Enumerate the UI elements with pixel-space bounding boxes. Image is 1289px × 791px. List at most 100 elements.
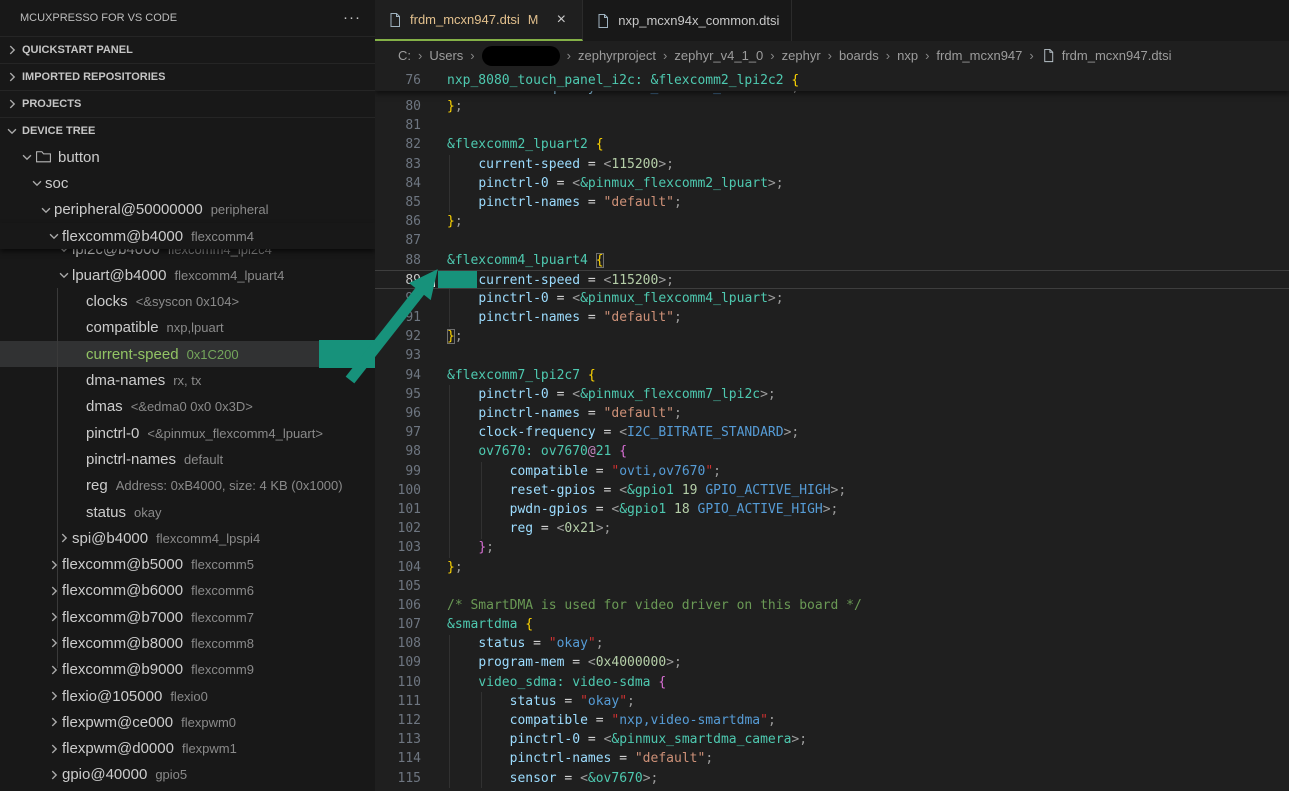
breadcrumb-item-frdm-mcxn947[interactable]: frdm_mcxn947: [936, 48, 1022, 63]
tree-item-desc: flexpwm0: [181, 715, 236, 730]
line-number: 109: [375, 653, 437, 672]
breadcrumb-item-c[interactable]: C:: [398, 48, 411, 63]
sticky-scroll-line[interactable]: 76nxp_8080_touch_panel_i2c: &flexcomm2_l…: [375, 70, 1289, 91]
tree-item-label: flexcomm@b8000: [62, 635, 183, 652]
code-line-108[interactable]: 108 status = "okay";: [375, 634, 1289, 653]
redacted-username: [482, 46, 560, 66]
code-line-76[interactable]: 76nxp_8080_touch_panel_i2c: &flexcomm2_l…: [375, 71, 799, 90]
code-line-102[interactable]: 102 reg = <0x21>;: [375, 519, 1289, 538]
tree-item-peripheral-50000000[interactable]: peripheral@50000000peripheral: [0, 197, 375, 223]
code-line-99[interactable]: 99 compatible = "ovti,ov7670";: [375, 462, 1289, 481]
chevron-right-icon: [46, 557, 62, 573]
tree-item-lpuart-b4000[interactable]: lpuart@b4000flexcomm4_lpuart4: [0, 262, 375, 288]
tree-item-flexcomm-b4000[interactable]: flexcomm@b4000flexcomm4: [0, 223, 375, 249]
breadcrumb-item-users[interactable]: Users: [429, 48, 463, 63]
code-line-106[interactable]: 106/* SmartDMA is used for video driver …: [375, 596, 1289, 615]
code-line-83[interactable]: 83 current-speed = <115200>;: [375, 155, 1289, 174]
code-line-85[interactable]: 85 pinctrl-names = "default";: [375, 193, 1289, 212]
breadcrumb-item-zephyrproject[interactable]: zephyrproject: [578, 48, 656, 63]
code-line-100[interactable]: 100 reset-gpios = <&gpio1 19 GPIO_ACTIVE…: [375, 481, 1289, 500]
folder-icon: [35, 148, 53, 166]
tree-item-desc: gpio5: [155, 767, 187, 782]
code-line-109[interactable]: 109 program-mem = <0x4000000>;: [375, 653, 1289, 672]
tab-frdm-mcxn947-dtsi[interactable]: frdm_mcxn947.dtsiM×: [375, 0, 583, 41]
code-line-84[interactable]: 84 pinctrl-0 = <&pinmux_flexcomm2_lpuart…: [375, 174, 1289, 193]
code-line-110[interactable]: 110 video_sdma: video-sdma {: [375, 673, 1289, 692]
sidebar-sections: QUICKSTART PANELIMPORTED REPOSITORIESPRO…: [0, 36, 375, 144]
code-line-101[interactable]: 101 pwdn-gpios = <&gpio1 18 GPIO_ACTIVE_…: [375, 500, 1289, 519]
breadcrumb-item-zephyr[interactable]: zephyr: [782, 48, 821, 63]
code-line-111[interactable]: 111 status = "okay";: [375, 692, 1289, 711]
code-line-104[interactable]: 104};: [375, 558, 1289, 577]
code-line-82[interactable]: 82&flexcomm2_lpuart2 {: [375, 135, 1289, 154]
code-line-113[interactable]: 113 pinctrl-0 = <&pinmux_smartdma_camera…: [375, 730, 1289, 749]
line-content: pwdn-gpios = <&gpio1 18 GPIO_ACTIVE_HIGH…: [437, 500, 838, 519]
code-line-88[interactable]: 88&flexcomm4_lpuart4 {: [375, 251, 1289, 270]
code-line-90[interactable]: 90 pinctrl-0 = <&pinmux_flexcomm4_lpuart…: [375, 289, 1289, 308]
code-line-105[interactable]: 105: [375, 577, 1289, 596]
close-icon[interactable]: ×: [552, 11, 570, 29]
section-header-projects[interactable]: PROJECTS: [0, 90, 375, 117]
tree-item-desc: Address: 0xB4000, size: 4 KB (0x1000): [116, 478, 343, 493]
tree-item-label: pinctrl-0: [86, 425, 139, 442]
code-line-95[interactable]: 95 pinctrl-0 = <&pinmux_flexcomm7_lpi2c>…: [375, 385, 1289, 404]
tree-item-label: flexcomm@b7000: [62, 609, 183, 626]
code-line-86[interactable]: 86};: [375, 212, 1289, 231]
section-header-imported-repositories[interactable]: IMPORTED REPOSITORIES: [0, 63, 375, 90]
line-content: pinctrl-names = "default";: [437, 308, 682, 327]
tree-item-gpio-40000[interactable]: gpio@40000gpio5: [0, 762, 375, 788]
breadcrumb-item-frdm-mcxn947-dtsi[interactable]: frdm_mcxn947.dtsi: [1062, 48, 1172, 63]
chevron-right-icon: [46, 714, 62, 730]
code-line-96[interactable]: 96 pinctrl-names = "default";: [375, 404, 1289, 423]
code-line-91[interactable]: 91 pinctrl-names = "default";: [375, 308, 1289, 327]
line-content: reg = <0x21>;: [437, 519, 611, 538]
code-line-98[interactable]: 98 ov7670: ov7670@21 {: [375, 442, 1289, 461]
code-line-114[interactable]: 114 pinctrl-names = "default";: [375, 749, 1289, 768]
tree-item-soc[interactable]: soc: [0, 170, 375, 196]
line-content: status = "okay";: [437, 692, 635, 711]
code-line-97[interactable]: 97 clock-frequency = <I2C_BITRATE_STANDA…: [375, 423, 1289, 442]
code-line-81[interactable]: 81: [375, 116, 1289, 135]
line-number: 97: [375, 423, 437, 442]
code-line-115[interactable]: 115 sensor = <&ov7670>;: [375, 769, 1289, 788]
tree-item-lpi2c-b4000[interactable]: lpi2c@b4000flexcomm4_lpi2c4: [0, 249, 375, 262]
code-line-112[interactable]: 112 compatible = "nxp,video-smartdma";: [375, 711, 1289, 730]
line-number: 82: [375, 135, 437, 154]
code-line-103[interactable]: 103 };: [375, 538, 1289, 557]
line-content: ov7670: ov7670@21 {: [437, 442, 627, 461]
breadcrumb-item-zephyr-v4-1-0[interactable]: zephyr_v4_1_0: [674, 48, 763, 63]
line-number: 105: [375, 577, 437, 596]
code-line-94[interactable]: 94&flexcomm7_lpi2c7 {: [375, 366, 1289, 385]
chevron-right-icon: [4, 42, 20, 58]
breadcrumb-item-boards[interactable]: boards: [839, 48, 879, 63]
chevron-right-icon: [4, 69, 20, 85]
tree-item-desc: default: [184, 452, 223, 467]
tree-item-label: lpuart@b4000: [72, 267, 166, 284]
tree-item-label: soc: [45, 175, 68, 192]
code-line-89[interactable]: 89 current-speed = <115200>;: [375, 270, 1289, 289]
code-editor[interactable]: 76nxp_8080_touch_panel_i2c: &flexcomm2_l…: [375, 70, 1289, 791]
tree-item-flexpwm-d0000[interactable]: flexpwm@d0000flexpwm1: [0, 736, 375, 762]
tree-item-flexpwm-ce000[interactable]: flexpwm@ce000flexpwm0: [0, 709, 375, 735]
chevron-down-icon: [29, 175, 45, 191]
sidebar-title-row: MCUXPRESSO FOR VS CODE ···: [0, 0, 375, 36]
section-header-quickstart-panel[interactable]: QUICKSTART PANEL: [0, 36, 375, 63]
chevron-right-icon: [4, 96, 20, 112]
section-header-device-tree[interactable]: DEVICE TREE: [0, 117, 375, 144]
code-line-92[interactable]: 92};: [375, 327, 1289, 346]
tree-item-label: dmas: [86, 398, 123, 415]
code-line-87[interactable]: 87: [375, 231, 1289, 250]
code-line-80[interactable]: 80};: [375, 97, 1289, 116]
chevron-right-icon: [46, 688, 62, 704]
tree-item-flexio-105000[interactable]: flexio@105000flexio0: [0, 683, 375, 709]
tree-item-desc: nxp,lpuart: [167, 320, 224, 335]
tree-item-button[interactable]: button: [0, 144, 375, 170]
breadcrumb-item-nxp[interactable]: nxp: [897, 48, 918, 63]
tab-nxp-mcxn94x-common-dtsi[interactable]: nxp_mcxn94x_common.dtsi: [583, 0, 792, 41]
code-line-93[interactable]: 93: [375, 346, 1289, 365]
more-actions-icon[interactable]: ···: [343, 13, 361, 23]
line-content: current-speed = <115200>;: [437, 271, 674, 288]
line-content: [437, 231, 447, 250]
line-content: compatible = "ovti,ov7670";: [437, 462, 721, 481]
code-line-107[interactable]: 107&smartdma {: [375, 615, 1289, 634]
